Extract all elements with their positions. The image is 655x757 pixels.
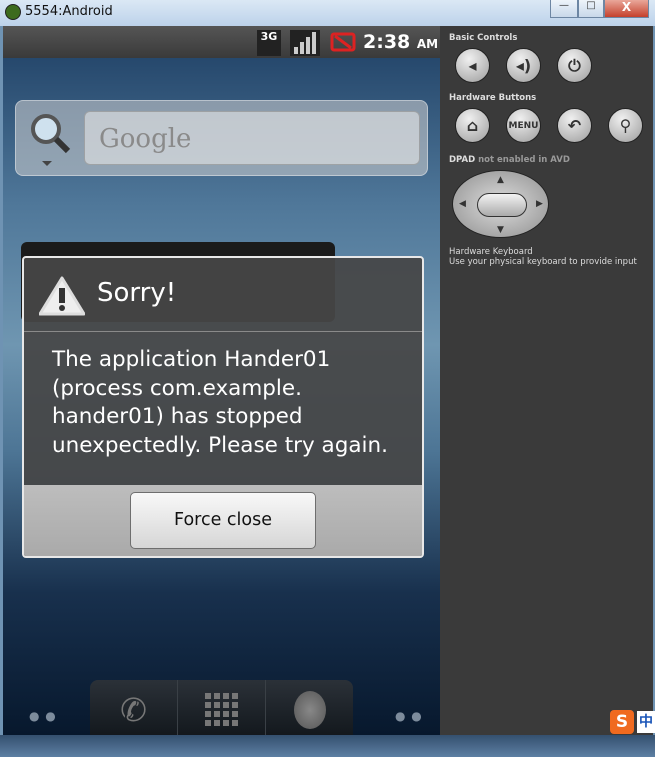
close-button[interactable]: X [604, 0, 649, 18]
phone-button[interactable]: ✆ [90, 680, 178, 735]
phone-icon: ✆ [120, 691, 147, 729]
keyboard-label: Hardware Keyboard [449, 247, 533, 257]
battery-alert-icon [330, 32, 356, 52]
dpad-right-icon[interactable]: ▶ [536, 199, 543, 209]
menu-button[interactable]: MENU [506, 108, 541, 143]
volume-down-icon: ◂ [468, 56, 477, 75]
google-search-widget[interactable]: Google [15, 100, 428, 176]
globe-icon [293, 691, 326, 729]
dpad-center-button[interactable] [477, 193, 527, 217]
status-bar: 3G 2:38 AM [3, 26, 440, 58]
app-drawer-button[interactable] [178, 680, 266, 735]
sogou-ime-icon[interactable]: S [610, 710, 634, 734]
3g-network-icon: 3G [257, 30, 281, 56]
error-dialog: Sorry! The application Hander01 (process… [22, 256, 424, 558]
search-hw-button[interactable]: ⚲ [608, 108, 643, 143]
dpad-left-icon[interactable]: ◀ [459, 199, 466, 209]
search-hw-icon: ⚲ [619, 116, 632, 135]
right-screen-indicator[interactable]: ● ● [395, 709, 423, 723]
volume-up-icon: ◂) [515, 56, 532, 75]
minimize-button[interactable]: — [550, 0, 578, 18]
power-icon: ⏻ [568, 55, 581, 75]
search-icon[interactable] [28, 111, 72, 169]
back-icon: ↶ [567, 116, 582, 135]
browser-button[interactable] [266, 680, 353, 735]
signal-strength-icon [290, 30, 320, 56]
app-grid-icon [204, 693, 238, 726]
keyboard-note: Use your physical keyboard to provide in… [449, 257, 637, 267]
clock-time: 2:38 [363, 31, 411, 53]
force-close-button[interactable]: Force close [130, 492, 316, 549]
dialog-header: Sorry! [24, 258, 422, 332]
dpad-down-icon[interactable]: ▼ [497, 225, 504, 235]
dpad-note: not enabled in AVD [478, 155, 570, 165]
android-screen: 3G 2:38 AM Google Sorry! The application… [3, 26, 440, 735]
clock-ampm: AM [416, 37, 439, 51]
emulator-controls-panel: Basic Controls ◂ ◂) ⏻ Hardware Buttons ⌂… [440, 26, 653, 735]
window-frame-bottom [0, 735, 655, 757]
dpad-up-icon[interactable]: ▲ [497, 175, 504, 185]
warning-icon [39, 276, 85, 316]
google-search-input[interactable]: Google [84, 111, 420, 165]
clock: 2:38 AM [363, 31, 438, 53]
basic-controls-label: Basic Controls [449, 33, 518, 43]
home-button[interactable]: ⌂ [455, 108, 490, 143]
left-screen-indicator[interactable]: ● ● [29, 709, 57, 723]
volume-up-button[interactable]: ◂) [506, 48, 541, 83]
window-title: 5554:Android [25, 4, 113, 19]
android-app-icon [5, 4, 21, 20]
dock: ✆ [90, 680, 353, 735]
ime-mode-indicator[interactable]: 中 [637, 711, 655, 733]
window-titlebar: 5554:Android — □ X [0, 0, 655, 26]
maximize-button[interactable]: □ [578, 0, 604, 18]
dialog-message: The application Hander01 (process com.ex… [52, 347, 388, 458]
dpad[interactable]: ▲ ▼ ◀ ▶ [452, 170, 549, 238]
dialog-title: Sorry! [97, 278, 177, 308]
back-button[interactable]: ↶ [557, 108, 592, 143]
home-icon: ⌂ [466, 116, 479, 135]
dpad-label: DPAD not enabled in AVD [449, 155, 570, 165]
dialog-button-bar: Force close [24, 485, 422, 556]
dpad-title: DPAD [449, 155, 476, 165]
hardware-buttons-label: Hardware Buttons [449, 93, 537, 103]
power-button[interactable]: ⏻ [557, 48, 592, 83]
volume-down-button[interactable]: ◂ [455, 48, 490, 83]
